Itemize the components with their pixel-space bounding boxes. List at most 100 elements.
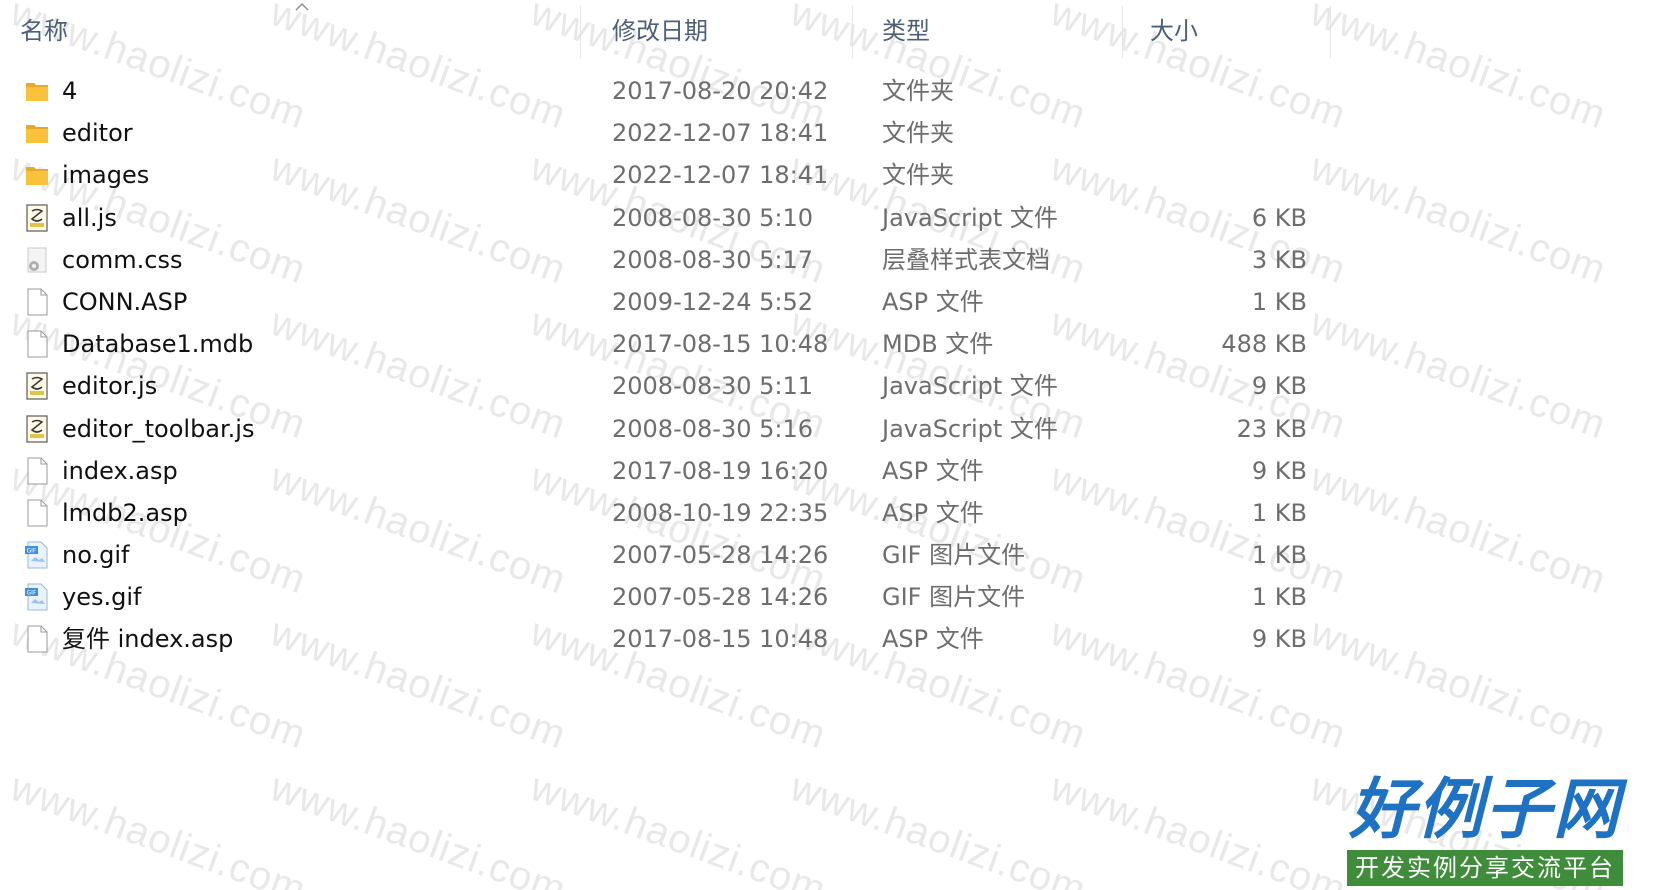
js-file-icon: [24, 203, 50, 232]
file-type: 文件夹: [882, 77, 954, 105]
file-size: 9 KB: [1251, 372, 1307, 401]
file-name: comm.css: [62, 245, 183, 274]
file-name: no.gif: [62, 541, 130, 570]
file-date: 2017-08-15 10:48: [612, 330, 829, 359]
blank-file-icon: [24, 288, 50, 316]
blank-file-icon: [24, 625, 50, 653]
file-type: JavaScript 文件: [882, 414, 1058, 443]
css-file-icon: [24, 246, 50, 274]
file-name: editor: [62, 119, 133, 148]
column-divider[interactable]: [1330, 6, 1331, 58]
file-row[interactable]: GIF yes.gif 2007-05-28 14:26 GIF 图片文件 1 KB: [0, 576, 1320, 618]
watermark-text: www.haolizi.com: [1304, 300, 1612, 448]
sort-ascending-icon: [295, 3, 309, 11]
file-row[interactable]: Database1.mdb 2017-08-15 10:48 MDB 文件 488 K…: [0, 323, 1320, 365]
js-file-icon: [24, 372, 50, 400]
gif-file-icon: GIF: [24, 541, 50, 569]
file-name: CONN.ASP: [62, 287, 188, 316]
watermark-text: www.haolizi.com: [1304, 145, 1612, 293]
file-name: index.asp: [62, 456, 178, 485]
column-divider[interactable]: [580, 6, 581, 58]
column-divider[interactable]: [852, 6, 853, 58]
file-name: 复件 index.asp: [62, 625, 234, 654]
svg-text:GIF: GIF: [27, 590, 37, 597]
blank-file-icon: [24, 330, 50, 358]
file-type: GIF 图片文件: [882, 541, 1026, 570]
file-date: 2009-12-24 5:52: [612, 287, 813, 316]
watermark-text: www.haolizi.com: [264, 765, 572, 890]
file-name: images: [62, 161, 150, 190]
file-name: editor_toolbar.js: [62, 414, 255, 443]
file-size: 9 KB: [1251, 625, 1307, 654]
file-date: 2008-08-30 5:10: [612, 203, 813, 232]
file-row[interactable]: 4 2017-08-20 20:42 文件夹: [0, 70, 1320, 112]
file-type: 文件夹: [882, 161, 954, 190]
file-date: 2017-08-19 16:20: [612, 456, 829, 485]
file-type: GIF 图片文件: [882, 583, 1026, 612]
blank-file-icon: [24, 457, 50, 485]
file-row[interactable]: images 2022-12-07 18:41 文件夹: [0, 154, 1320, 196]
file-type: MDB 文件: [882, 330, 994, 359]
blank-file-icon: [24, 499, 50, 527]
file-date: 2007-05-28 14:26: [612, 541, 829, 570]
watermark-text: www.haolizi.com: [1304, 455, 1612, 603]
file-row[interactable]: lmdb2.asp 2008-10-19 22:35 ASP 文件 1 KB: [0, 492, 1320, 534]
file-size: 23 KB: [1236, 414, 1307, 443]
file-row[interactable]: editor_toolbar.js 2008-08-30 5:16 JavaScri…: [0, 408, 1320, 450]
file-row[interactable]: 复件 index.asp 2017-08-15 10:48 ASP 文件 9 KB: [0, 618, 1320, 660]
file-type: JavaScript 文件: [882, 372, 1058, 401]
file-type: 文件夹: [882, 119, 954, 148]
gif-file-icon: GIF: [24, 583, 50, 611]
file-row[interactable]: all.js 2008-08-30 5:10 JavaScript 文件 6 KB: [0, 197, 1320, 239]
file-row[interactable]: GIF no.gif 2007-05-28 14:26 GIF 图片文件 1 KB: [0, 534, 1320, 576]
folder-icon: [24, 161, 50, 189]
column-header-name[interactable]: 名称: [0, 0, 580, 60]
logo-tagline: 开发实例分享交流平台: [1347, 850, 1623, 886]
file-name: lmdb2.asp: [62, 498, 188, 527]
file-type: ASP 文件: [882, 287, 984, 316]
file-row[interactable]: index.asp 2017-08-19 16:20 ASP 文件 9 KB: [0, 450, 1320, 492]
column-divider[interactable]: [1122, 6, 1123, 58]
file-date: 2017-08-20 20:42: [612, 77, 829, 105]
file-size: 6 KB: [1251, 203, 1307, 232]
file-row[interactable]: editor.js 2008-08-30 5:11 JavaScript 文件 9 K…: [0, 365, 1320, 407]
js-file-icon: [24, 414, 50, 443]
file-date: 2022-12-07 18:41: [612, 119, 829, 148]
column-header-date[interactable]: 修改日期: [592, 0, 852, 60]
file-row[interactable]: comm.css 2008-08-30 5:17 层叠样式表文档 3 KB: [0, 239, 1320, 281]
folder-icon: [24, 77, 50, 105]
file-name: 4: [62, 77, 78, 105]
file-name: editor.js: [62, 372, 158, 401]
file-name: yes.gif: [62, 583, 142, 612]
column-header-type[interactable]: 类型: [862, 0, 1122, 60]
watermark-text: www.haolizi.com: [1304, 610, 1612, 758]
file-date: 2008-08-30 5:17: [612, 245, 813, 274]
file-size: 3 KB: [1251, 245, 1307, 274]
file-row[interactable]: editor 2022-12-07 18:41 文件夹: [0, 112, 1320, 154]
column-header-size[interactable]: 大小: [1130, 0, 1330, 60]
file-date: 2007-05-28 14:26: [612, 583, 829, 612]
file-type: ASP 文件: [882, 498, 984, 527]
file-size: 488 KB: [1221, 330, 1307, 359]
svg-text:GIF: GIF: [27, 548, 37, 555]
column-header-bar: 名称 修改日期 类型 大小: [0, 0, 1672, 60]
file-date: 2008-10-19 22:35: [612, 498, 829, 527]
file-row[interactable]: CONN.ASP 2009-12-24 5:52 ASP 文件 1 KB: [0, 281, 1320, 323]
file-date: 2008-08-30 5:16: [612, 414, 813, 443]
site-logo: 好例子网 开发实例分享交流平台: [1345, 772, 1625, 890]
watermark-text: www.haolizi.com: [524, 765, 832, 890]
watermark-text: www.haolizi.com: [784, 765, 1092, 890]
file-type: JavaScript 文件: [882, 203, 1058, 232]
file-date: 2022-12-07 18:41: [612, 161, 829, 190]
file-type: ASP 文件: [882, 456, 984, 485]
logo-title: 好例子网: [1349, 771, 1621, 848]
file-size: 9 KB: [1251, 456, 1307, 485]
file-name: all.js: [62, 203, 117, 232]
watermark-text: www.haolizi.com: [1044, 765, 1352, 890]
file-type: ASP 文件: [882, 625, 984, 654]
file-size: 1 KB: [1251, 287, 1307, 316]
file-size: 1 KB: [1251, 541, 1307, 570]
file-list: 4 2017-08-20 20:42 文件夹 editor 2022-12-07 18…: [0, 70, 1320, 661]
file-type: 层叠样式表文档: [882, 245, 1050, 274]
watermark-text: www.haolizi.com: [4, 765, 312, 890]
